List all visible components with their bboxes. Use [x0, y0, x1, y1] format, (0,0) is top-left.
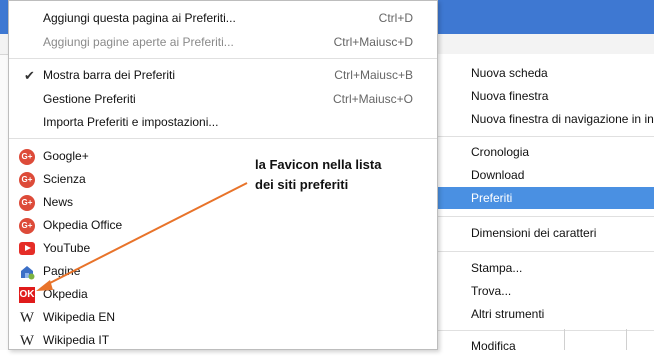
annotation-arrow-icon [36, 182, 248, 291]
